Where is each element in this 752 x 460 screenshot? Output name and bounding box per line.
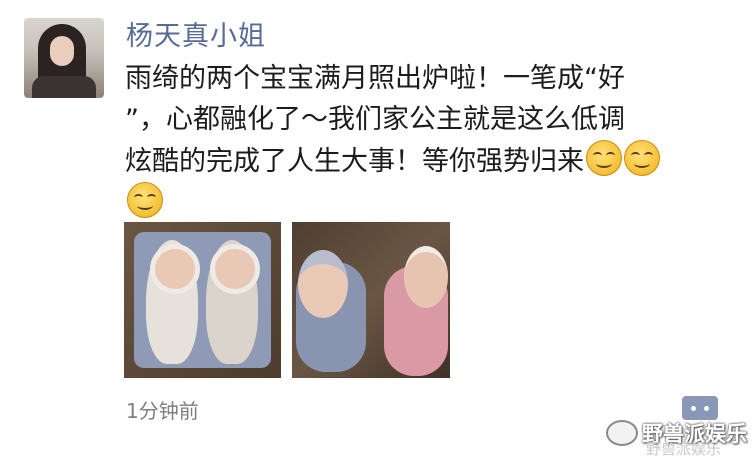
smile-emoji-icon [127,182,163,218]
post-timestamp: 1分钟前 [126,399,199,423]
post-photo-1[interactable] [124,222,281,378]
post-text-line-emoji [125,182,725,224]
wechat-logo-icon [606,420,638,446]
smile-emoji-icon [586,140,622,176]
post-photo-2[interactable] [292,222,450,378]
post-text-line-with-emoji: 炫酷的完成了人生大事！等你强势归来 [125,140,725,182]
post-text: 雨绮的两个宝宝满月照出炉啦！一笔成“好 ”，心都融化了～我们家公主就是这么低调 … [125,58,725,224]
post-text-line: 炫酷的完成了人生大事！等你强势归来 [125,146,584,177]
avatar[interactable] [24,18,104,98]
post-text-line: 雨绮的两个宝宝满月照出炉啦！一笔成“好 [125,63,625,94]
post-text-line: ”，心都融化了～我们家公主就是这么低调 [125,104,625,135]
watermark-faint-text: 野兽派娱乐 [646,440,722,458]
smile-emoji-icon [624,140,660,176]
username[interactable]: 杨天真小姐 [126,14,266,53]
comment-button[interactable] [682,396,718,420]
